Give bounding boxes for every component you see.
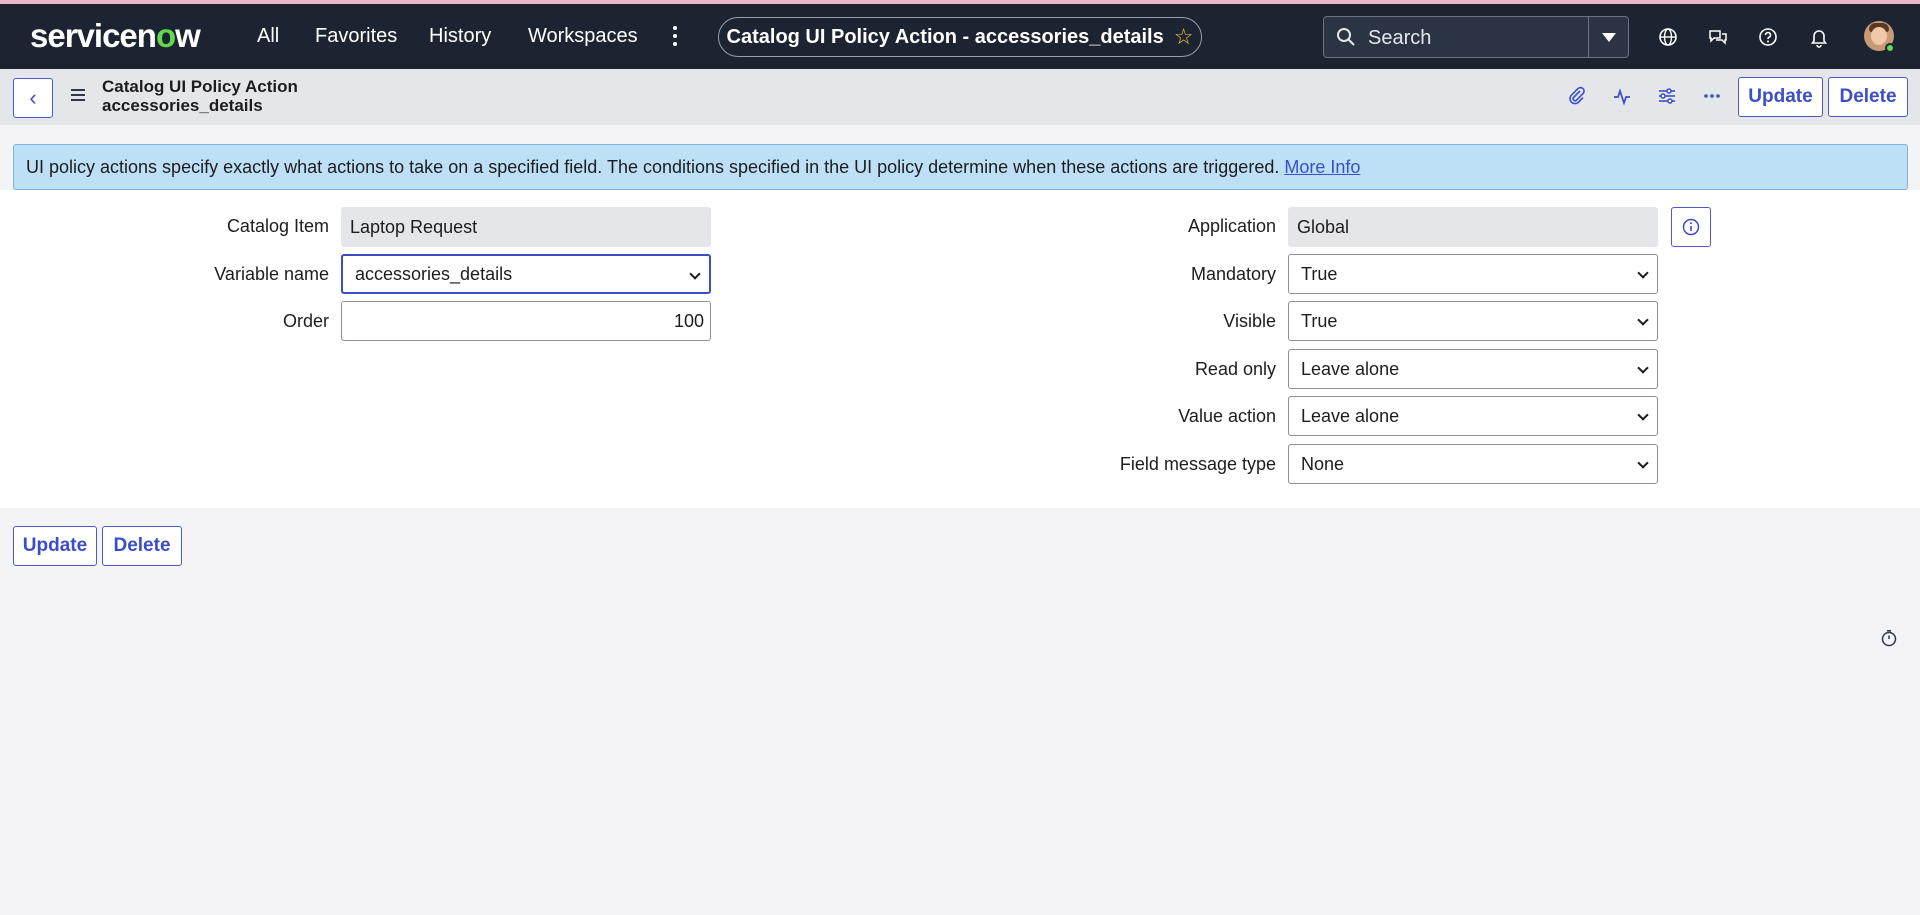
order-input[interactable]: 100 <box>341 301 711 341</box>
top-navigation-bar: servicenow All Favorites History Workspa… <box>0 4 1920 69</box>
mandatory-label: Mandatory <box>1190 264 1276 284</box>
nav-all[interactable]: All <box>257 25 279 48</box>
form-context-menu-icon[interactable] <box>71 89 85 104</box>
variable-name-label: Variable name <box>214 264 329 284</box>
search-icon <box>1337 28 1355 46</box>
sliders-icon[interactable] <box>1656 85 1678 107</box>
online-status-icon <box>1885 43 1895 53</box>
form-title-record: accessories_details <box>102 96 263 115</box>
value-action-value: Leave alone <box>1301 406 1400 426</box>
nav-favorites[interactable]: Favorites <box>315 25 397 48</box>
field-message-type-value: None <box>1301 454 1345 474</box>
info-icon <box>1682 218 1700 236</box>
info-banner: UI policy actions specify exactly what a… <box>13 144 1908 190</box>
footer-delete-button[interactable]: Delete <box>102 526 182 566</box>
search-scope-dropdown[interactable] <box>1588 17 1628 57</box>
header-delete-button[interactable]: Delete <box>1828 77 1908 117</box>
mandatory-select[interactable]: True <box>1288 254 1658 294</box>
info-banner-text: UI policy actions specify exactly what a… <box>26 157 1280 177</box>
visible-label: Visible <box>1223 311 1276 331</box>
field-message-type-label: Field message type <box>1119 454 1276 474</box>
bell-icon[interactable] <box>1808 26 1830 48</box>
chevron-down-icon <box>1637 267 1649 279</box>
field-message-type-select[interactable]: None <box>1288 444 1658 484</box>
chevron-down-icon <box>1637 457 1649 469</box>
footer-update-button[interactable]: Update <box>13 526 97 566</box>
header-update-button[interactable]: Update <box>1738 77 1823 117</box>
page-title-pill[interactable]: Catalog UI Policy Action - accessories_d… <box>718 17 1202 57</box>
nav-workspaces[interactable]: Workspaces <box>528 25 638 48</box>
application-info-button[interactable] <box>1671 207 1711 247</box>
page-title: Catalog UI Policy Action - accessories_d… <box>726 25 1164 48</box>
stopwatch-icon[interactable] <box>1880 629 1898 647</box>
activity-icon[interactable] <box>1611 85 1633 107</box>
paperclip-icon[interactable] <box>1566 85 1588 107</box>
chevron-down-icon <box>689 268 701 280</box>
chevron-down-icon <box>1637 314 1649 326</box>
search-input[interactable]: Search <box>1368 27 1431 50</box>
chevron-down-icon <box>1637 409 1649 421</box>
nav-history[interactable]: History <box>429 25 491 48</box>
visible-select[interactable]: True <box>1288 301 1658 341</box>
servicenow-logo[interactable]: servicenow <box>30 17 201 55</box>
catalog-item-field: Laptop Request <box>341 207 711 247</box>
form-title-table: Catalog UI Policy Action <box>102 77 298 96</box>
catalog-item-label: Catalog Item <box>226 216 329 236</box>
chevron-left-icon: ‹ <box>29 85 37 110</box>
read-only-select[interactable]: Leave alone <box>1288 349 1658 389</box>
globe-icon[interactable] <box>1657 26 1679 48</box>
help-icon[interactable] <box>1757 26 1779 48</box>
application-label: Application <box>1187 216 1276 236</box>
read-only-label: Read only <box>1194 359 1276 379</box>
more-menu-icon[interactable] <box>667 22 683 52</box>
variable-name-select[interactable]: accessories_details <box>341 254 711 294</box>
application-field: Global <box>1288 207 1658 247</box>
more-icon[interactable] <box>1701 85 1723 107</box>
visible-value: True <box>1301 311 1338 331</box>
value-action-select[interactable]: Leave alone <box>1288 396 1658 436</box>
variable-name-value: accessories_details <box>355 264 513 284</box>
chat-icon[interactable] <box>1707 26 1729 48</box>
chevron-down-icon <box>1601 32 1616 42</box>
form-header: ‹ Catalog UI Policy Action accessories_d… <box>0 69 1920 125</box>
global-search[interactable]: Search <box>1323 16 1629 58</box>
order-label: Order <box>282 311 329 331</box>
back-button[interactable]: ‹ <box>13 78 53 118</box>
form-title: Catalog UI Policy Action accessories_det… <box>102 77 298 115</box>
read-only-value: Leave alone <box>1301 359 1400 379</box>
value-action-label: Value action <box>1178 406 1276 426</box>
more-info-link[interactable]: More Info <box>1284 157 1360 177</box>
chevron-down-icon <box>1637 362 1649 374</box>
star-icon[interactable]: ☆ <box>1174 24 1194 50</box>
mandatory-value: True <box>1301 264 1338 284</box>
